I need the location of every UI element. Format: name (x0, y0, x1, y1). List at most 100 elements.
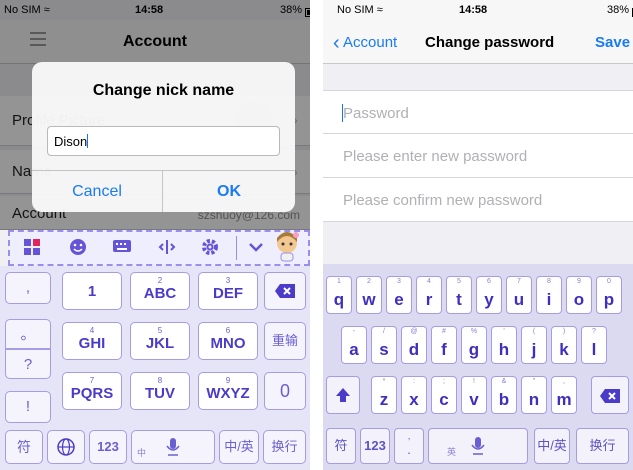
key-g[interactable]: % g (461, 326, 487, 364)
enter-key[interactable]: 换行 (576, 428, 629, 464)
key-7-pqrs[interactable]: 7 PQRS (62, 372, 122, 410)
key-q[interactable]: 1q (326, 276, 352, 314)
key-e[interactable]: 3e (386, 276, 412, 314)
cursor-icon[interactable] (157, 238, 177, 258)
punct-key-exclaim[interactable]: ! (5, 391, 51, 423)
keyboard-icon[interactable] (112, 238, 132, 258)
status-time: 14:58 (459, 4, 488, 16)
ime-toolbar (8, 230, 310, 266)
delete-key[interactable] (264, 272, 306, 310)
symbol-key[interactable]: 符 (5, 430, 43, 464)
punct-key-period[interactable]: 。 (5, 319, 51, 349)
language-switch-key[interactable]: 中/英 (219, 430, 259, 464)
key-m[interactable]: ,m (551, 376, 577, 414)
key-p[interactable]: 0p (596, 276, 622, 314)
change-nick-name-dialog: Change nick name Dison Cancel OK (32, 62, 295, 212)
delete-key[interactable] (591, 376, 629, 414)
mic-icon (471, 437, 485, 455)
save-button[interactable]: Save (595, 34, 630, 51)
status-bar: No SIM ≈ 14:58 38% (323, 0, 633, 20)
new-password-placeholder: Please enter new password (343, 148, 528, 165)
emoji-icon[interactable] (68, 238, 88, 258)
dialog-buttons: Cancel OK (32, 170, 295, 212)
chevron-left-icon: ‹ (333, 32, 340, 54)
new-password-field[interactable]: Please enter new password (323, 134, 633, 178)
punct-key-question[interactable]: ? (5, 349, 51, 379)
key-f[interactable]: # f (431, 326, 457, 364)
toolbar-divider (236, 236, 237, 260)
key-5-jkl[interactable]: 5 JKL (130, 322, 190, 360)
key-y[interactable]: 6y (476, 276, 502, 314)
key-k[interactable]: ) k (551, 326, 577, 364)
left-screen: No SIM ≈ 14:58 38% Account Profile Pictu… (0, 0, 310, 470)
key-i[interactable]: 8i (536, 276, 562, 314)
key-c[interactable]: ; c (431, 376, 457, 414)
symbol-key[interactable]: 符 (326, 428, 356, 464)
key-j[interactable]: (j (521, 326, 547, 364)
enter-key[interactable]: 换行 (263, 430, 306, 464)
key-u[interactable]: 7u (506, 276, 532, 314)
dialog-title: Change nick name (92, 82, 235, 99)
ok-button[interactable]: OK (163, 171, 295, 212)
key-w[interactable]: 2w (356, 276, 382, 314)
key-n[interactable]: " n (521, 376, 547, 414)
key-h[interactable]: ' h (491, 326, 517, 364)
shift-key[interactable] (326, 376, 360, 414)
globe-key[interactable] (47, 430, 85, 464)
key-a[interactable]: -a (341, 326, 367, 364)
key-0[interactable]: 0 (264, 372, 306, 410)
password-field[interactable]: Password (323, 90, 633, 134)
mic-icon (166, 438, 180, 456)
key-b[interactable]: & b (491, 376, 517, 414)
key-x[interactable]: :x (401, 376, 427, 414)
nav-bar: ‹ Account Change password Save (323, 20, 633, 64)
punctuation-key[interactable]: , . (394, 428, 424, 464)
password-placeholder: Password (343, 105, 409, 122)
grid-icon[interactable] (22, 238, 42, 258)
shift-icon (336, 388, 350, 402)
reset-key[interactable]: 重输 (264, 322, 306, 360)
t9-keyboard: , 。 ? ! 1 2 ABC 3 DEF 4 GHI 5 JKL 6 MNO 重输 7P… (0, 266, 310, 470)
space-key[interactable]: 英 (428, 428, 528, 464)
key-d[interactable]: @ d (401, 326, 427, 364)
confirm-password-placeholder: Please confirm new password (343, 192, 543, 209)
collapse-icon[interactable] (246, 238, 266, 258)
text-caret (87, 134, 89, 148)
key-2-abc[interactable]: 2 ABC (130, 272, 190, 310)
right-screen: No SIM ≈ 14:58 38% ‹ Account Change pass… (323, 0, 633, 470)
key-3-def[interactable]: 3 DEF (198, 272, 258, 310)
key-r[interactable]: 4r (416, 276, 442, 314)
key-8-tuv[interactable]: 8 TUV (130, 372, 190, 410)
key-t[interactable]: 5t (446, 276, 472, 314)
nick-name-input[interactable]: Dison (47, 126, 280, 156)
confirm-password-field[interactable]: Please confirm new password (323, 178, 633, 222)
space-key[interactable]: 中 (131, 430, 215, 464)
key-6-mno[interactable]: 6 MNO (198, 322, 258, 360)
numeric-key[interactable]: 123 (360, 428, 390, 464)
wifi-icon: ≈ (376, 4, 383, 16)
delete-icon (275, 284, 295, 298)
key-9-wxyz[interactable]: 9 WXYZ (198, 372, 258, 410)
cancel-button[interactable]: Cancel (32, 171, 163, 212)
input-value: Dison (54, 134, 88, 149)
back-button[interactable]: ‹ Account (333, 32, 397, 55)
mascot-icon[interactable] (272, 230, 302, 262)
language-switch-key[interactable]: 中/英 (534, 428, 570, 464)
key-l[interactable]: ? l (581, 326, 607, 364)
globe-icon (57, 438, 75, 456)
numeric-key[interactable]: 123 (89, 430, 127, 464)
key-1[interactable]: 1 (62, 272, 122, 310)
key-z[interactable]: * z (371, 376, 397, 414)
key-4-ghi[interactable]: 4 GHI (62, 322, 122, 360)
carrier-label: No SIM ≈ (337, 4, 383, 16)
key-o[interactable]: 9o (566, 276, 592, 314)
battery-indicator: 38% (607, 4, 633, 17)
back-label: Account (343, 34, 398, 51)
qwerty-keyboard: 1q 2w 3e 4r 5t 6y 7u 8i 9o 0p -a / s @ d #… (323, 264, 633, 470)
gear-icon[interactable] (200, 238, 220, 258)
page-title: Change password (425, 34, 555, 51)
delete-icon (600, 389, 620, 403)
key-s[interactable]: / s (371, 326, 397, 364)
key-v[interactable]: ! v (461, 376, 487, 414)
punct-key-comma[interactable]: , (5, 272, 51, 304)
